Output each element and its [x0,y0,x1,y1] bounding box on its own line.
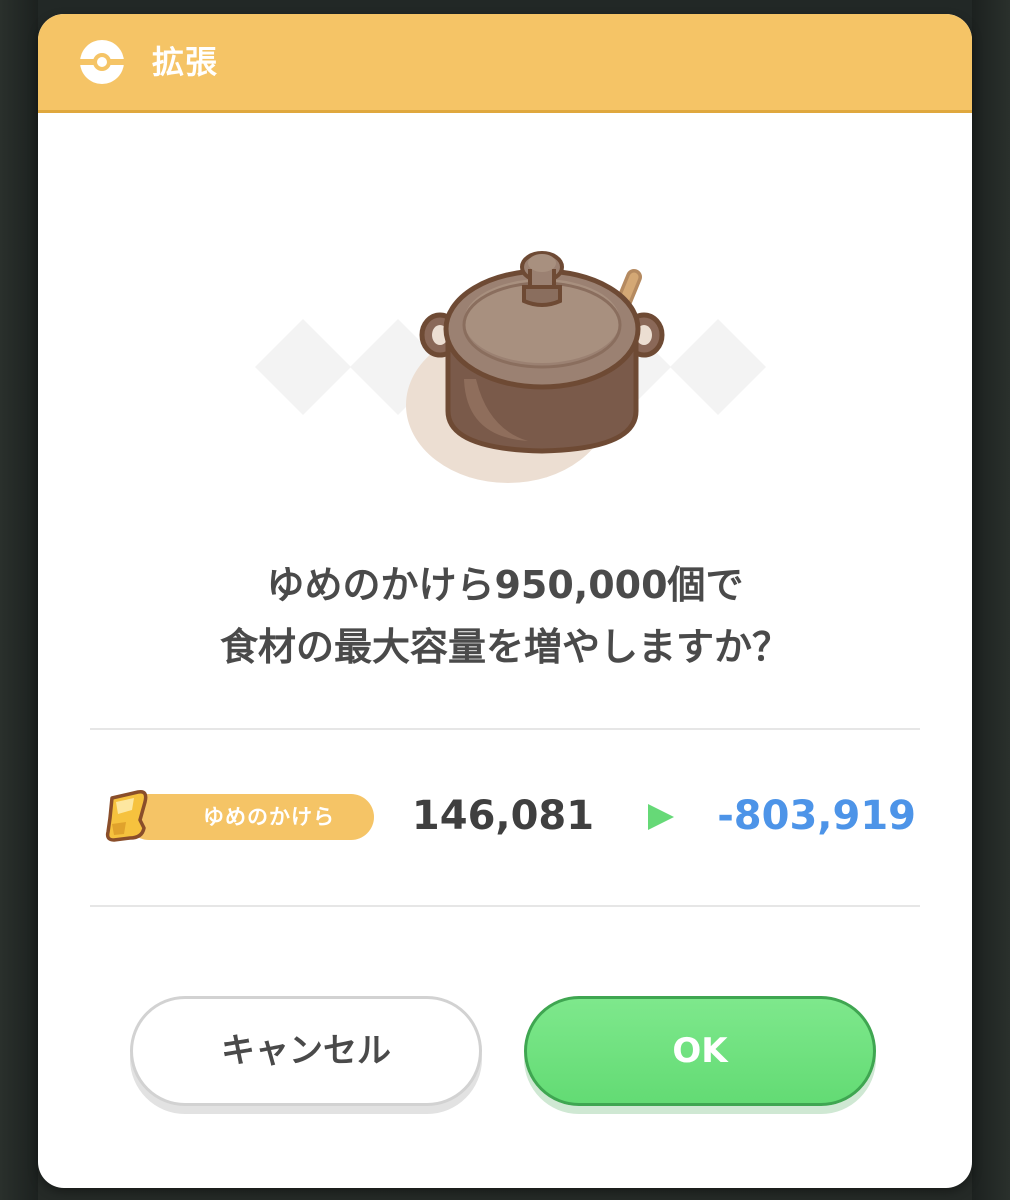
divider-bottom [90,905,920,907]
message-line-2: 食材の最大容量を増やしますか？ [219,625,790,669]
currency-label: ゆめのかけら [203,805,335,829]
ok-button[interactable]: OK [524,996,876,1106]
divider-top [90,728,920,730]
currency-badge: ゆめのかけら [104,789,376,842]
cooking-pot-icon [255,251,766,483]
pokeball-icon [80,40,124,84]
resulting-shard-amount: -803,919 [717,793,916,839]
message-line-1: ゆめのかけら950,000個で [266,563,744,607]
confirm-message: ゆめのかけら950,000個で 食材の最大容量を増やしますか？ [78,554,932,678]
current-shard-amount: 146,081 [411,793,595,839]
dialog-title: 拡張 [152,43,219,81]
play-arrow-icon [648,804,674,830]
currency-row: ゆめのかけら 146,081 -803,919 [38,774,972,858]
backdrop-edge-left [0,0,38,1200]
cancel-button[interactable]: キャンセル [130,996,482,1106]
expand-dialog: 拡張 ゆめのかけら950,000個で 食材の最大容量を増やしますか？ ゆめのかけ… [38,14,972,1188]
dream-shard-icon [105,789,148,842]
backdrop-edge-right [972,0,1010,1200]
dialog-header: 拡張 [38,14,972,113]
